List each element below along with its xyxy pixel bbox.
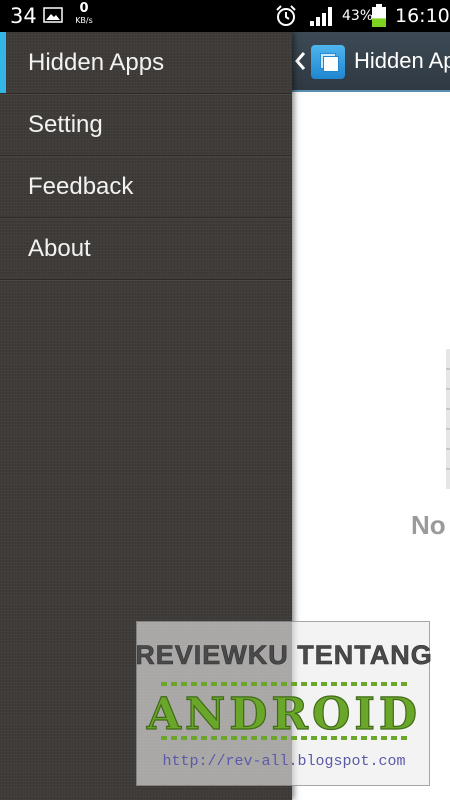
drawer-item-label: About xyxy=(28,235,91,262)
drawer-item-label: Setting xyxy=(28,111,103,138)
status-bar: 34 0 KB/s 43% 16:10 xyxy=(0,0,450,32)
watermark-title: REVIEWKU TENTANG xyxy=(137,640,431,670)
drawer-item-label: Feedback xyxy=(28,173,134,200)
drawer-item-label: Hidden Apps xyxy=(28,49,165,76)
app-action-bar: Hidden Apps xyxy=(290,32,450,92)
app-title: Hidden Apps xyxy=(354,48,450,73)
drawer-item-setting[interactable]: Setting xyxy=(0,94,292,156)
drawer-item-about[interactable]: About xyxy=(0,218,292,280)
signal-icon xyxy=(310,7,332,26)
app-logo-icon[interactable] xyxy=(311,45,345,79)
empty-state-text: No xyxy=(411,510,446,540)
watermark-brand: ANDROID xyxy=(146,689,421,740)
watermark: REVIEWKU TENTANG ANDROID http://rev-all.… xyxy=(136,621,431,786)
clock: 16:10 xyxy=(395,5,450,27)
alarm-icon xyxy=(276,5,296,26)
notification-count: 34 xyxy=(10,4,37,28)
image-icon xyxy=(43,7,63,23)
drawer-item-feedback[interactable]: Feedback xyxy=(0,156,292,218)
battery-percent: 43% xyxy=(342,8,374,24)
chevron-left-icon[interactable] xyxy=(294,51,306,71)
battery-icon xyxy=(372,4,386,27)
drawer-item-hidden-apps[interactable]: Hidden Apps xyxy=(0,32,292,94)
screen: 34 0 KB/s 43% 16:10 Hidden Ap No Hidden … xyxy=(0,0,450,800)
watermark-url: http://rev-all.blogspot.com xyxy=(162,753,405,770)
empty-state-icon xyxy=(446,349,450,489)
network-speed: 0 KB/s xyxy=(70,2,98,26)
speed-value: 0 xyxy=(79,1,89,16)
speed-unit: KB/s xyxy=(75,16,93,25)
